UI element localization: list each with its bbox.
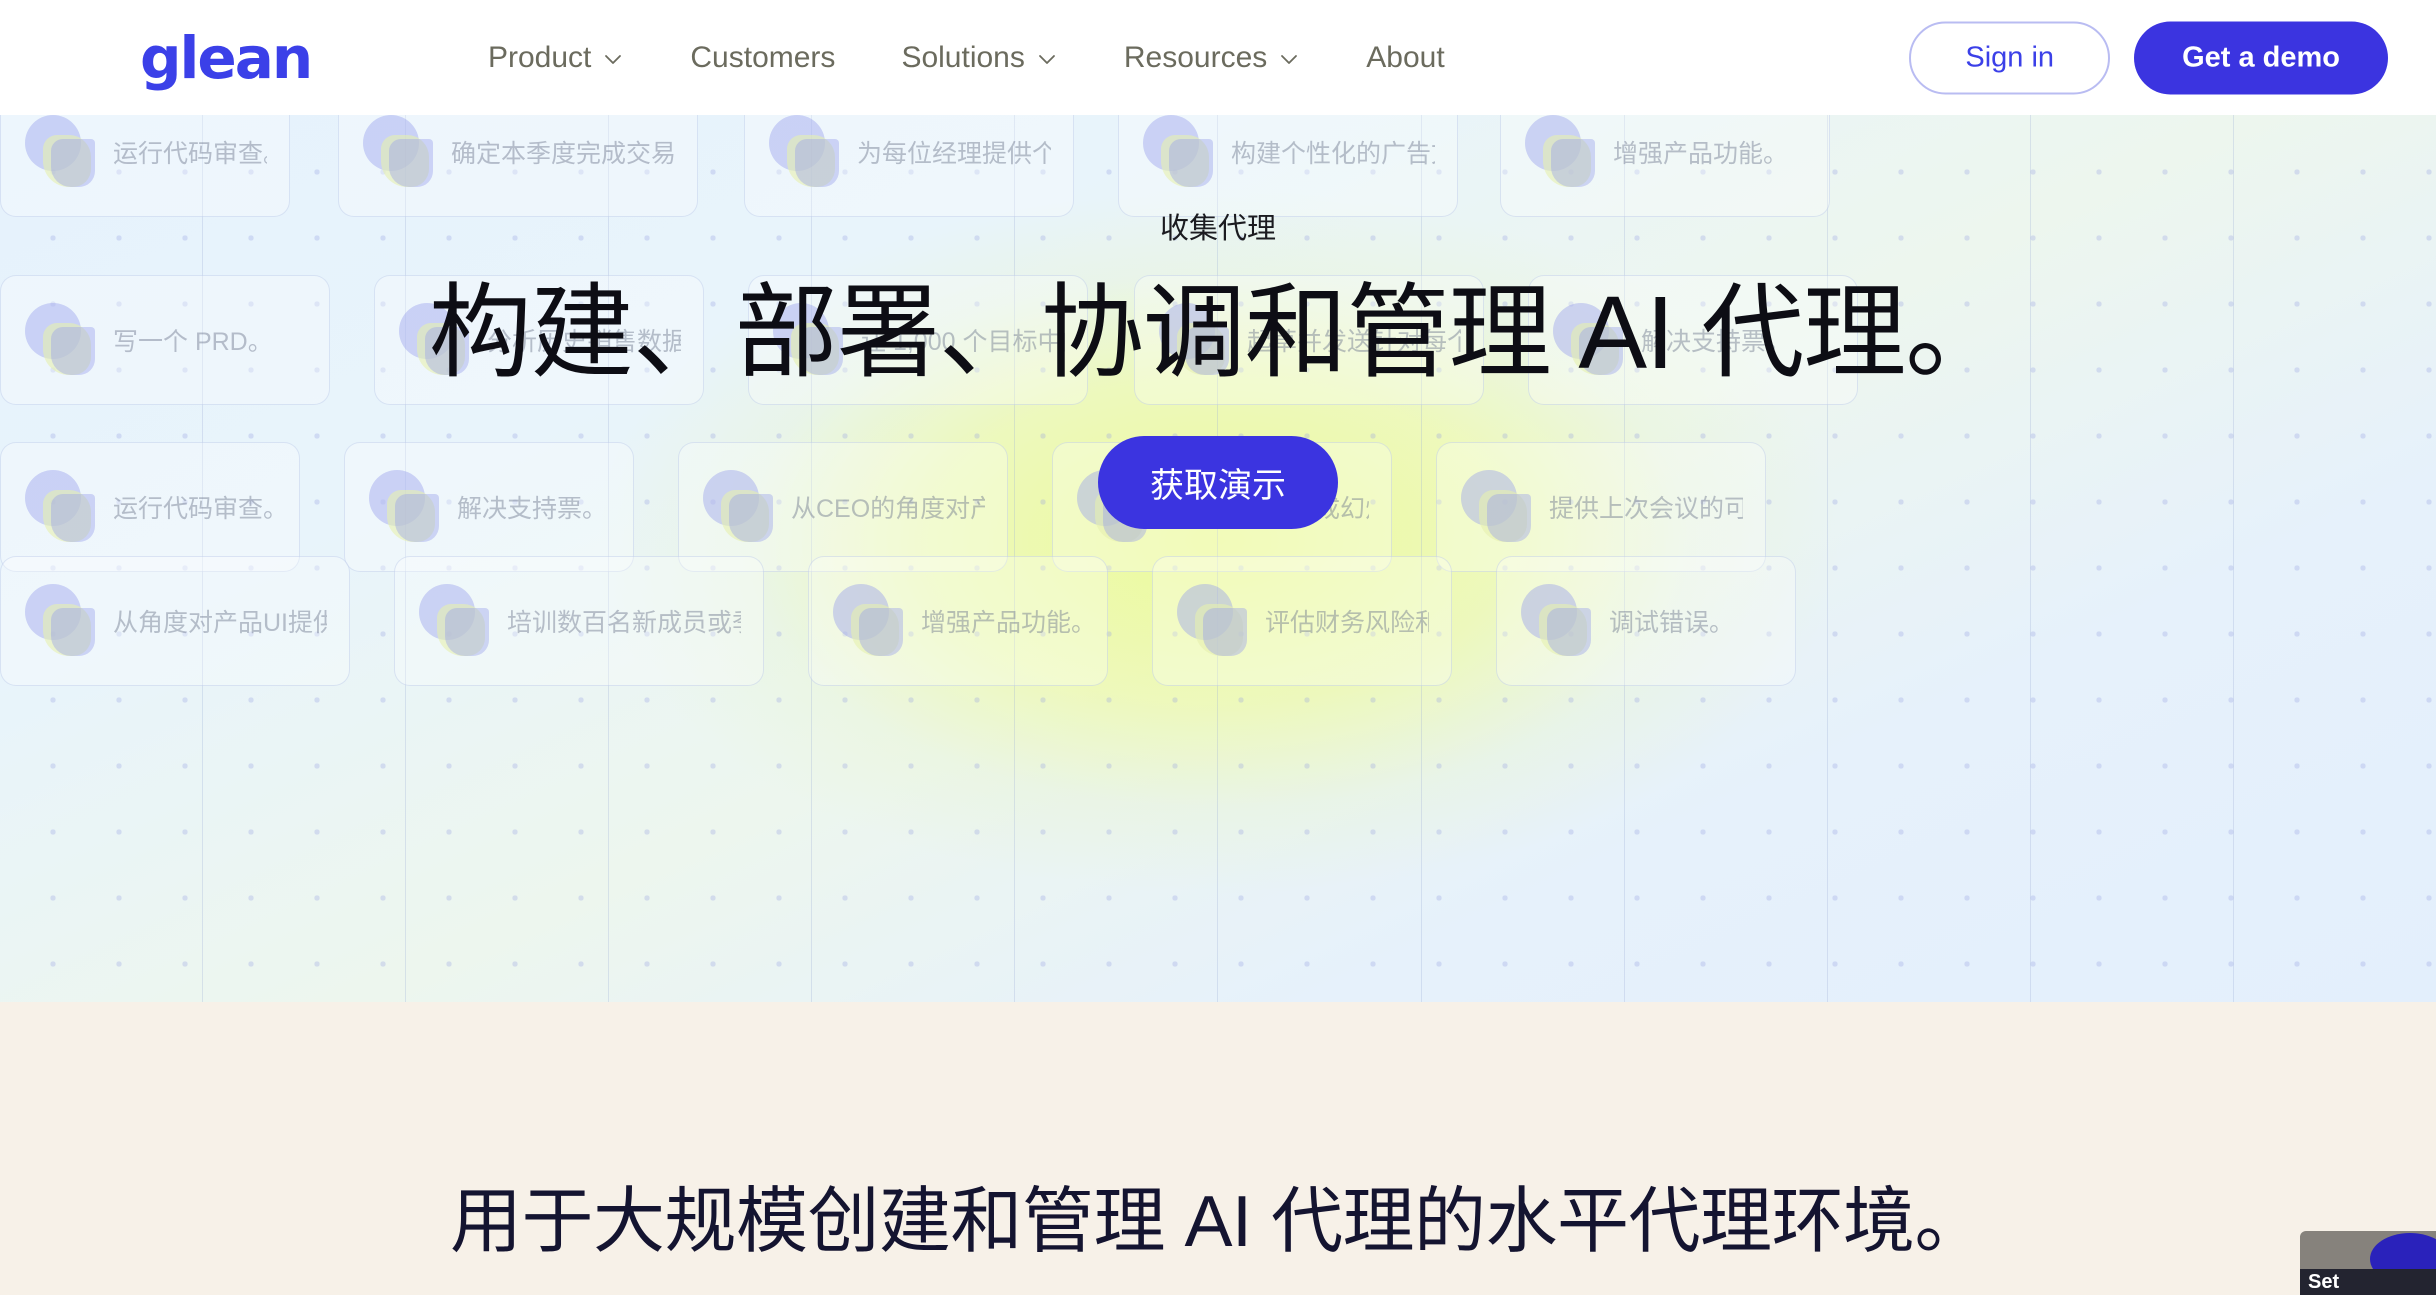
get-a-demo-button[interactable]: Get a demo — [2134, 21, 2388, 94]
agent-blob-icon — [1141, 115, 1215, 191]
hero-content: 收集代理 构建、部署、协调和管理 AI 代理。 获取演示 — [398, 205, 2038, 530]
agent-blob-icon — [831, 582, 905, 660]
bg-prompt-card: 增强产品功能。 — [1500, 115, 1830, 217]
bg-prompt-card-text: 为每位经理提供个性化辅导。 — [857, 140, 1051, 168]
agent-blob-icon — [767, 115, 841, 191]
bg-prompt-card: 为每位经理提供个性化辅导。 — [744, 115, 1074, 217]
bg-card-row-4: 从角度对产品UI提供反馈。 培训数百名新成员或季节性支持成员。 增强产品功能。 评估财… — [0, 556, 2436, 686]
agent-blob-icon — [23, 582, 97, 660]
nav-label-product: Product — [488, 40, 592, 74]
sign-in-button[interactable]: Sign in — [1909, 21, 2111, 94]
nav-item-resources[interactable]: Resources — [1091, 41, 1333, 75]
bg-prompt-card: 从角度对产品UI提供反馈。 — [0, 556, 350, 686]
bg-prompt-card-text: 增强产品功能。 — [1613, 140, 1789, 168]
nav-label-resources: Resources — [1123, 40, 1268, 74]
agent-blob-icon — [417, 582, 491, 660]
agent-blob-icon — [1519, 582, 1593, 660]
bg-prompt-card-text: 培训数百名新成员或季节性支持成员。 — [507, 609, 741, 637]
bottom-section-title: 用于大规模创建和管理 AI 代理的水平代理环境。 — [449, 1182, 1987, 1262]
nav-label-about: About — [1366, 40, 1445, 74]
bg-prompt-card-text: 确定本季度完成交易的可能性。 — [451, 140, 675, 168]
nav-label-solutions: Solutions — [901, 40, 1025, 74]
bg-prompt-card: 构建个性化的广告文案变体。 — [1118, 115, 1458, 217]
agent-blob-icon — [1523, 115, 1597, 191]
bg-prompt-card: 增强产品功能。 — [808, 556, 1108, 686]
bg-prompt-card: 培训数百名新成员或季节性支持成员。 — [394, 556, 764, 686]
bg-prompt-card-text: 增强产品功能。 — [921, 609, 1085, 637]
bg-prompt-card-text: 评估财务风险和机遇。 — [1265, 609, 1429, 637]
bg-card-row-1: 运行代码审查。 确定本季度完成交易的可能性。 为每位经理提供个性化辅导。 构建个性化的… — [0, 115, 2436, 217]
nav-label-customers: Customers — [690, 40, 836, 74]
hero-eyebrow: 收集代理 — [1159, 213, 1276, 245]
chevron-down-icon — [602, 48, 624, 70]
bg-prompt-card: 运行代码审查。 — [0, 115, 290, 217]
glean-logo[interactable]: glean — [140, 29, 313, 87]
bg-prompt-card: 运行代码审查。 — [0, 442, 300, 572]
agent-blob-icon — [23, 468, 97, 546]
chevron-down-icon — [1278, 48, 1300, 70]
bottom-section: 用于大规模创建和管理 AI 代理的水平代理环境。 Set — [0, 1002, 2436, 1295]
settings-widget[interactable]: Set — [2300, 1231, 2436, 1295]
nav-item-product[interactable]: Product — [455, 41, 657, 75]
bg-prompt-card: 确定本季度完成交易的可能性。 — [338, 115, 698, 217]
bg-prompt-card-text: 写一个 PRD。 — [113, 328, 273, 356]
hero-cta-button[interactable]: 获取演示 — [1098, 436, 1338, 530]
agent-blob-icon — [23, 115, 97, 191]
nav-item-customers[interactable]: Customers — [657, 41, 868, 75]
header-actions: Sign in Get a demo — [1909, 21, 2388, 94]
main-navigation: Product Customers Solutions Resources Ab… — [455, 41, 1478, 75]
chevron-down-icon — [1036, 48, 1058, 70]
widget-label: Set — [2300, 1269, 2436, 1295]
bg-prompt-card-text: 构建个性化的广告文案变体。 — [1231, 140, 1435, 168]
bg-prompt-card-text: 调试错误。 — [1609, 609, 1735, 637]
agent-blob-icon — [23, 301, 97, 379]
nav-item-about[interactable]: About — [1333, 41, 1477, 75]
bg-prompt-card: 写一个 PRD。 — [0, 275, 330, 405]
bg-prompt-card-text: 运行代码审查。 — [113, 495, 277, 523]
bg-prompt-card-text: 从角度对产品UI提供反馈。 — [113, 609, 327, 637]
agent-blob-icon — [361, 115, 435, 191]
hero-title: 构建、部署、协调和管理 AI 代理。 — [428, 275, 2009, 390]
page-root: glean Product Customers Solutions Resour… — [0, 0, 2436, 1295]
site-header: glean Product Customers Solutions Resour… — [0, 0, 2436, 115]
bg-prompt-card: 评估财务风险和机遇。 — [1152, 556, 1452, 686]
agent-blob-icon — [1175, 582, 1249, 660]
nav-item-solutions[interactable]: Solutions — [868, 41, 1090, 75]
bg-prompt-card-text: 运行代码审查。 — [113, 140, 267, 168]
bg-prompt-card: 调试错误。 — [1496, 556, 1796, 686]
hero-section: 运行代码审查。 确定本季度完成交易的可能性。 为每位经理提供个性化辅导。 构建个性化的… — [0, 115, 2436, 1002]
